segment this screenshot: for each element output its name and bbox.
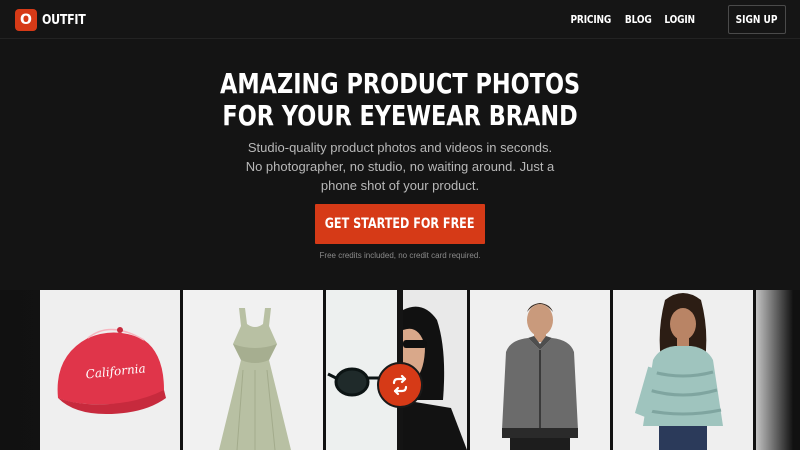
headline-line-1: AMAZING PRODUCT PHOTOS	[219, 67, 581, 100]
hero-section: AMAZING PRODUCT PHOTOS FOR YOUR EYEWEAR …	[0, 40, 800, 290]
gallery-card-woman-sweater[interactable]	[613, 290, 753, 450]
get-started-button[interactable]: GET STARTED FOR FREE	[315, 204, 485, 244]
gallery-card-dress[interactable]	[183, 290, 323, 450]
brand-name: OUTFIT	[42, 12, 86, 28]
woman-sweater-photo-icon	[613, 290, 753, 450]
signup-button[interactable]: SIGN UP	[728, 5, 786, 34]
hero-headline: AMAZING PRODUCT PHOTOS FOR YOUR EYEWEAR …	[0, 68, 800, 132]
gallery-fade-right	[755, 290, 800, 450]
top-nav: O OUTFIT PRICING BLOG LOGIN SIGN UP	[0, 0, 800, 39]
swap-glyph	[392, 374, 408, 396]
headline-line-2: FOR YOUR EYEWEAR BRAND	[222, 99, 578, 132]
nav-link-blog[interactable]: BLOG	[625, 13, 652, 26]
logo-mark-icon: O	[15, 9, 37, 31]
swap-arrows-icon[interactable]	[377, 362, 423, 408]
get-started-label: GET STARTED FOR FREE	[325, 216, 475, 232]
cap-photo-icon: California	[40, 290, 180, 450]
nav-link-login[interactable]: LOGIN	[664, 13, 695, 26]
signup-label: SIGN UP	[736, 13, 778, 26]
nav-links: PRICING BLOG LOGIN	[566, 13, 698, 26]
gallery-card-cap[interactable]: California	[40, 290, 180, 450]
man-jacket-photo-icon	[470, 290, 610, 450]
gallery-fade-left	[0, 290, 40, 450]
brand-logo[interactable]: O OUTFIT	[15, 9, 93, 31]
gallery-card-man-jacket[interactable]	[470, 290, 610, 450]
fine-print: Free credits included, no credit card re…	[319, 251, 481, 260]
dress-photo-icon	[183, 290, 323, 450]
hero-subtitle: Studio-quality product photos and videos…	[245, 140, 555, 193]
nav-link-pricing[interactable]: PRICING	[571, 13, 612, 26]
